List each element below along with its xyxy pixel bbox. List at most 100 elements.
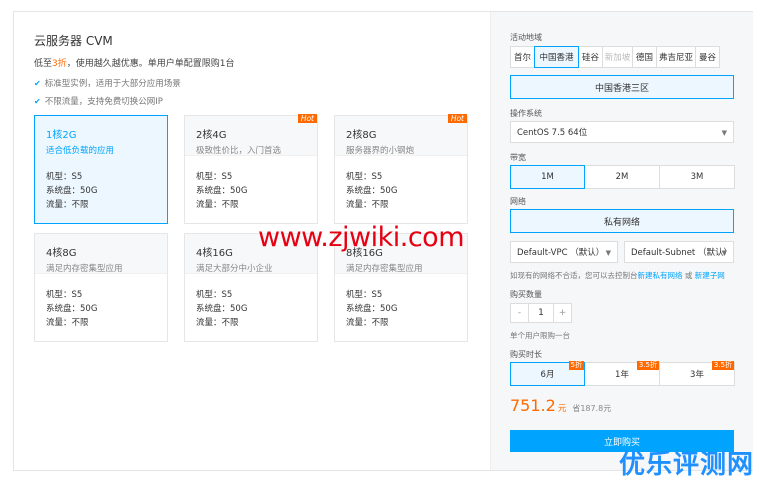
spec-traffic: 流量：不限 xyxy=(196,200,239,210)
card-name: 4核8G xyxy=(46,248,77,259)
feature-text: 不限流量，支持免费切换公网IP xyxy=(44,97,163,107)
price-value: 751.2 xyxy=(510,396,556,415)
network-note: 如现有的网络不合适，您可以去控制台新建私有网络 或 新建子网 xyxy=(510,270,725,281)
duration-label: 购买时长 xyxy=(510,350,542,359)
region-option-bangkok[interactable]: 曼谷 xyxy=(695,46,720,68)
quantity-note: 单个用户限购一台 xyxy=(510,331,570,340)
create-vpc-link[interactable]: 新建私有网络 xyxy=(638,271,683,280)
bandwidth-label: 带宽 xyxy=(510,153,526,162)
promo-prefix: 低至 xyxy=(34,59,53,69)
card-specs: 机型：S5 系统盘：50G 流量：不限 xyxy=(185,274,317,330)
region-option-hongkong[interactable]: 中国香港 xyxy=(534,46,579,68)
spec-model: 机型：S5 xyxy=(196,172,233,182)
card-specs: 机型：S5 系统盘：50G 流量：不限 xyxy=(335,274,467,330)
duration-label-text: 1年 xyxy=(615,370,629,380)
spec-disk: 系统盘：50G xyxy=(346,186,398,196)
spec-traffic: 流量：不限 xyxy=(346,200,389,210)
spec-model: 机型：S5 xyxy=(196,290,233,300)
vpc-select[interactable]: Default-VPC （默认） ▼ xyxy=(510,241,618,263)
card-header: 4核8G 满足内存密集型应用 xyxy=(35,234,167,274)
check-icon: ✔ xyxy=(34,97,41,106)
os-value: CentOS 7.5 64位 xyxy=(517,128,588,138)
saving-text: 省187.8元 xyxy=(572,404,612,413)
region-option-singapore[interactable]: 新加坡 xyxy=(602,46,633,68)
quantity-input[interactable]: 1 xyxy=(528,303,554,323)
card-desc: 适合低负载的应用 xyxy=(46,146,115,156)
feature-item: ✔ 不限流量，支持免费切换公网IP xyxy=(34,95,163,107)
instance-card-2c8g[interactable]: Hot 2核8G 服务器界的小钢炮 机型：S5 系统盘：50G 流量：不限 xyxy=(334,114,468,224)
card-specs: 机型：S5 系统盘：50G 流量：不限 xyxy=(335,156,467,212)
brand-logo-text: 优乐评测网 xyxy=(619,450,755,480)
card-name: 1核2G xyxy=(46,130,77,141)
region-label: 活动地域 xyxy=(510,33,542,42)
region-option-siliconvalley[interactable]: 硅谷 xyxy=(578,46,603,68)
create-subnet-link[interactable]: 新建子网 xyxy=(695,271,725,280)
card-desc: 满足大部分中小企业 xyxy=(196,264,273,274)
os-label: 操作系统 xyxy=(510,109,542,118)
card-name: 2核8G xyxy=(346,130,377,141)
feature-text: 标准型实例，适用于大部分应用场景 xyxy=(44,79,181,89)
spec-disk: 系统盘：50G xyxy=(346,304,398,314)
bandwidth-option-2m[interactable]: 2M xyxy=(584,165,660,189)
quantity-stepper: - 1 + xyxy=(510,303,572,323)
duration-option-1y[interactable]: 3.5折 1年 xyxy=(584,361,660,386)
card-desc: 服务器界的小钢炮 xyxy=(346,146,415,156)
spec-disk: 系统盘：50G xyxy=(196,186,248,196)
vpc-value: Default-VPC （默认） xyxy=(517,248,605,258)
spec-traffic: 流量：不限 xyxy=(46,200,89,210)
hot-badge: Hot xyxy=(447,114,467,123)
duration-option-6m[interactable]: 5折 6月 xyxy=(510,361,585,386)
spec-disk: 系统盘：50G xyxy=(46,186,98,196)
duration-option-3y[interactable]: 3.5折 3年 xyxy=(659,361,735,386)
price-unit: 元 xyxy=(557,404,567,414)
zone-option[interactable]: 中国香港三区 xyxy=(510,75,734,99)
bandwidth-option-1m[interactable]: 1M xyxy=(510,165,585,189)
price-display: 751.2 元省187.8元 xyxy=(510,396,611,415)
spec-model: 机型：S5 xyxy=(346,172,383,182)
region-option-virginia[interactable]: 弗吉尼亚 xyxy=(656,46,696,68)
network-note-or: 或 xyxy=(682,271,695,280)
card-specs: 机型：S5 系统盘：50G 流量：不限 xyxy=(35,156,167,212)
quantity-minus-button[interactable]: - xyxy=(510,303,529,323)
quantity-label: 购买数量 xyxy=(510,290,542,299)
instance-card-4c8g[interactable]: 4核8G 满足内存密集型应用 机型：S5 系统盘：50G 流量：不限 xyxy=(34,233,168,342)
region-option-seoul[interactable]: 首尔 xyxy=(510,46,535,68)
bandwidth-option-3m[interactable]: 3M xyxy=(659,165,735,189)
card-desc: 满足内存密集型应用 xyxy=(46,264,123,274)
duration-label-text: 6月 xyxy=(540,370,555,380)
card-specs: 机型：S5 系统盘：50G 流量：不限 xyxy=(35,274,167,330)
product-title: 云服务器 CVM xyxy=(34,34,113,48)
network-note-text: 如现有的网络不合适，您可以去控制台 xyxy=(510,271,638,280)
spec-model: 机型：S5 xyxy=(46,172,83,182)
duration-selector: 5折 6月 3.5折 1年 3.5折 3年 xyxy=(510,361,735,386)
chevron-down-icon: ▼ xyxy=(605,249,611,257)
spec-disk: 系统盘：50G xyxy=(46,304,98,314)
discount-tag: 3.5折 xyxy=(636,361,659,370)
bandwidth-selector: 1M 2M 3M xyxy=(510,165,735,189)
os-select[interactable]: CentOS 7.5 64位 ▼ xyxy=(510,121,734,143)
hot-badge: Hot xyxy=(297,114,317,123)
card-desc: 满足内存密集型应用 xyxy=(346,264,423,274)
card-specs: 机型：S5 系统盘：50G 流量：不限 xyxy=(185,156,317,212)
discount-tag: 5折 xyxy=(568,361,584,370)
check-icon: ✔ xyxy=(34,79,41,88)
quantity-plus-button[interactable]: + xyxy=(553,303,572,323)
region-option-germany[interactable]: 德国 xyxy=(632,46,657,68)
spec-disk: 系统盘：50G xyxy=(196,304,248,314)
spec-model: 机型：S5 xyxy=(46,290,83,300)
spec-model: 机型：S5 xyxy=(346,290,383,300)
instance-card-2c4g[interactable]: Hot 2核4G 极致性价比，入门首选 机型：S5 系统盘：50G 流量：不限 xyxy=(184,114,318,224)
subnet-select[interactable]: Default-Subnet （默认） ▼ xyxy=(624,241,734,263)
feature-item: ✔ 标准型实例，适用于大部分应用场景 xyxy=(34,77,181,89)
instance-card-1c2g[interactable]: 1核2G 适合低负载的应用 机型：S5 系统盘：50G 流量：不限 xyxy=(34,115,168,224)
chevron-down-icon: ▼ xyxy=(721,129,727,137)
card-header: 1核2G 适合低负载的应用 xyxy=(35,116,167,156)
config-sidebar: 活动地域 首尔 中国香港 硅谷 新加坡 德国 弗吉尼亚 曼谷 中国香港三区 操作… xyxy=(490,12,753,470)
region-selector: 首尔 中国香港 硅谷 新加坡 德国 弗吉尼亚 曼谷 xyxy=(510,46,720,68)
promo-text: 低至3折，使用越久越优惠。单用户单配置限购1台 xyxy=(34,56,234,69)
card-name: 2核4G xyxy=(196,130,227,141)
network-type-option[interactable]: 私有网络 xyxy=(510,209,734,233)
chevron-down-icon: ▼ xyxy=(721,249,727,257)
promo-discount: 3折 xyxy=(52,59,67,69)
spec-traffic: 流量：不限 xyxy=(196,318,239,328)
